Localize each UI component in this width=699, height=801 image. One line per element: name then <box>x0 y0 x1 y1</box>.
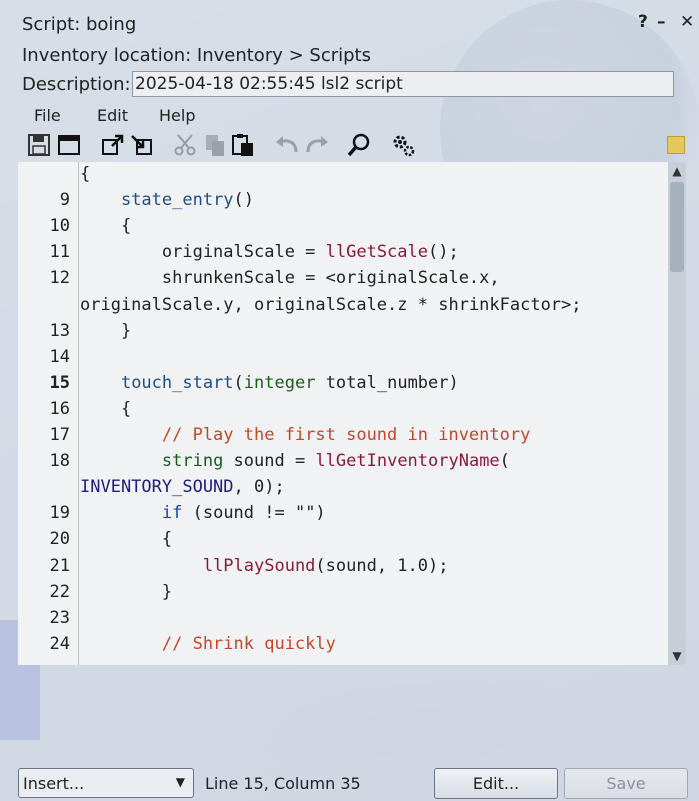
code-line[interactable]: } <box>80 582 172 602</box>
line-number: 18 <box>49 451 70 472</box>
close-icon[interactable]: ✕ <box>680 12 694 32</box>
line-number: 17 <box>49 425 70 445</box>
code-line[interactable]: { <box>80 216 131 236</box>
code-line[interactable]: } <box>80 321 131 341</box>
description-field[interactable]: 2025-04-18 02:55:45 lsl2 script <box>132 71 674 97</box>
line-number: 22 <box>49 581 70 602</box>
line-number: 19 <box>49 503 70 524</box>
line-number: 23 <box>49 607 70 628</box>
window-icon[interactable] <box>56 132 82 158</box>
scroll-down-icon[interactable]: ▼ <box>668 647 686 665</box>
titlebar[interactable]: Script: boing ? – ✕ <box>0 0 699 40</box>
line-number: 15 <box>49 372 70 393</box>
scroll-up-icon[interactable]: ▲ <box>668 162 686 180</box>
toolbar <box>26 130 466 160</box>
window-title: Script: boing <box>22 14 137 35</box>
inventory-location: Inventory location: Inventory > Scripts <box>22 45 371 66</box>
undo-icon[interactable] <box>274 132 300 158</box>
line-number: 10 <box>49 216 70 237</box>
copy-icon[interactable] <box>202 132 228 158</box>
edit-button[interactable]: Edit... <box>434 768 558 799</box>
menu-file[interactable]: File <box>34 106 61 125</box>
code-line[interactable]: state_entry() <box>80 190 254 210</box>
line-number: 24 <box>49 633 70 654</box>
settings-icon[interactable] <box>390 132 416 158</box>
editor-scrollbar[interactable]: ▲ ▼ <box>668 162 686 665</box>
code-line[interactable]: { <box>80 399 131 419</box>
status-indicator <box>667 136 685 154</box>
insert-dropdown[interactable]: Insert... ▼ <box>18 768 194 798</box>
code-line[interactable]: if (sound != "") <box>80 503 326 523</box>
line-number: 21 <box>49 555 70 576</box>
line-number: 13 <box>49 320 70 341</box>
code-line[interactable]: shrunkenScale = <originalScale.x, <box>80 268 500 288</box>
code-line[interactable]: // Shrink quickly <box>80 634 336 654</box>
minimize-icon[interactable]: – <box>657 12 666 32</box>
line-number: 12 <box>49 268 70 289</box>
code-line[interactable]: // Play the first sound in inventory <box>80 425 530 445</box>
save-icon[interactable] <box>26 132 52 158</box>
line-number: 9 <box>59 190 70 211</box>
gutter-divider <box>78 162 79 665</box>
save-button[interactable]: Save <box>564 768 688 799</box>
code-line[interactable]: { <box>80 529 172 549</box>
code-line[interactable]: originalScale = llGetScale(); <box>80 242 459 262</box>
line-number: 16 <box>49 398 70 419</box>
code-line[interactable]: { <box>80 164 90 184</box>
import-icon[interactable] <box>128 132 154 158</box>
help-icon[interactable]: ? <box>638 12 648 32</box>
bottom-bar: Insert... ▼ Line 15, Column 35 Edit... S… <box>0 760 699 801</box>
code-area[interactable]: { state_entry() { originalScale = llGetS… <box>80 162 668 665</box>
insert-dropdown-label: Insert... <box>23 774 85 793</box>
code-line[interactable]: INVENTORY_SOUND, 0); <box>80 477 285 497</box>
line-number: 11 <box>49 242 70 263</box>
code-editor[interactable]: 9 10 11 12 13 14 15 16 17 18 19 20 21 22 23 24 { state_… <box>18 162 668 665</box>
code-line[interactable]: touch_start(integer total_number) <box>80 373 459 393</box>
description-label: Description: <box>22 74 131 95</box>
code-line[interactable]: string sound = llGetInventoryName( <box>80 451 510 471</box>
search-icon[interactable] <box>346 132 372 158</box>
scroll-thumb[interactable] <box>670 182 684 272</box>
chevron-down-icon: ▼ <box>175 775 185 789</box>
line-number-gutter: 9 10 11 12 13 14 15 16 17 18 19 20 21 22 23 24 <box>18 162 78 665</box>
line-number: 14 <box>49 346 70 367</box>
redo-icon[interactable] <box>304 132 330 158</box>
script-editor-window: Script: boing ? – ✕ Inventory location: … <box>0 0 699 801</box>
paste-icon[interactable] <box>230 132 256 158</box>
line-number: 20 <box>49 529 70 550</box>
code-line[interactable]: originalScale.y, originalScale.z * shrin… <box>80 295 582 315</box>
menu-help[interactable]: Help <box>159 106 195 125</box>
cut-icon[interactable] <box>172 132 198 158</box>
cursor-position: Line 15, Column 35 <box>205 774 361 793</box>
code-line[interactable]: llPlaySound(sound, 1.0); <box>80 556 449 576</box>
export-icon[interactable] <box>100 132 126 158</box>
menu-edit[interactable]: Edit <box>97 106 128 125</box>
